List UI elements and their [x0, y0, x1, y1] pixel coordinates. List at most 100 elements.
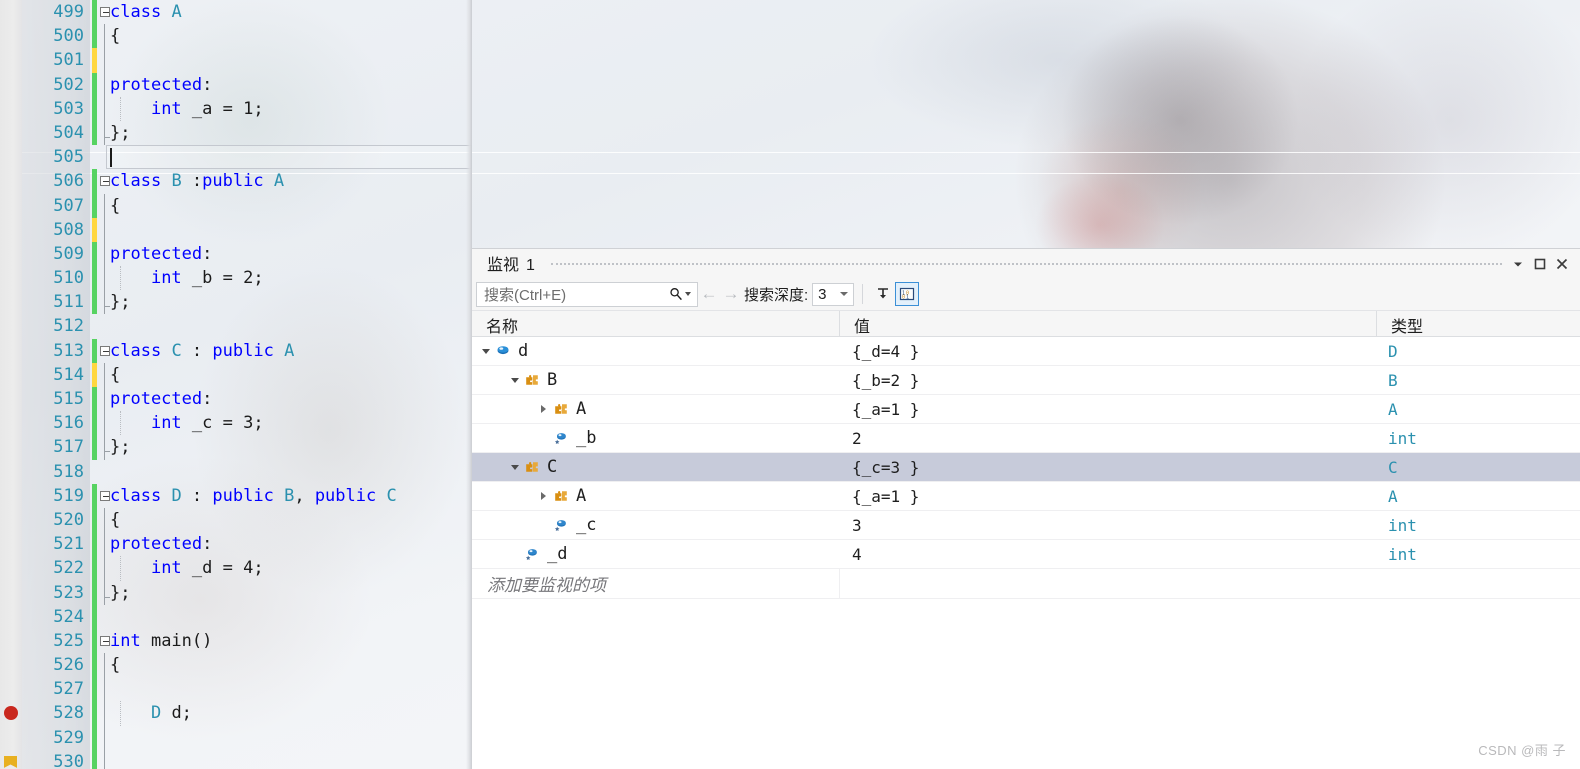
watch-row[interactable]: d {_d=4 } D	[472, 337, 1580, 366]
code-line[interactable]: 510 int _b = 2;	[0, 266, 472, 291]
fold-collapse-icon[interactable]	[100, 176, 110, 187]
change-marker	[92, 314, 97, 338]
watch-row-name-cell[interactable]: B	[472, 366, 839, 394]
collapse-triangle-icon[interactable]	[507, 370, 522, 390]
watch-row-name-cell[interactable]: A	[472, 395, 839, 423]
watch-row-value-cell[interactable]: {_c=3 }	[839, 453, 1376, 481]
code-line[interactable]: 518	[0, 460, 472, 484]
watch-row-value-cell[interactable]: 4	[839, 540, 1376, 568]
search-depth-select[interactable]: 3	[812, 282, 855, 306]
fold-collapse-icon[interactable]	[100, 635, 110, 646]
code-line[interactable]: 512	[0, 314, 472, 338]
watch-row-value-cell[interactable]: {_b=2 }	[839, 366, 1376, 394]
search-input[interactable]: 搜索(Ctrl+E)	[476, 281, 698, 307]
back-arrow-icon: ←	[700, 284, 718, 303]
line-number: 501	[53, 50, 84, 71]
code-line[interactable]: 527	[0, 677, 472, 702]
code-line-text: int _a = 1;	[150, 98, 264, 119]
watch-row-value-cell[interactable]: {_d=4 }	[839, 337, 1376, 365]
watch-row-name-cell[interactable]: C	[472, 453, 839, 481]
code-line[interactable]: 516 int _c = 3;	[0, 411, 472, 436]
search-depth-label: 搜索深度:	[744, 286, 809, 304]
code-line[interactable]: 523};	[0, 580, 472, 605]
code-line[interactable]: 499 class A	[0, 0, 472, 25]
code-line[interactable]: 509 protected:	[0, 241, 472, 267]
code-line[interactable]: 530	[0, 749, 472, 769]
code-line[interactable]: 505	[0, 145, 472, 170]
maximize-icon[interactable]	[1530, 254, 1550, 274]
watch-row[interactable]: _d 4 int	[472, 540, 1580, 569]
line-number: 507	[53, 195, 84, 216]
tab-watch-1[interactable]: 监视 1	[475, 249, 545, 278]
hex-display-icon[interactable]: 1 0 0 1	[895, 282, 920, 306]
watch-row-name-cell[interactable]: _b	[472, 424, 839, 452]
code-line[interactable]: 524	[0, 604, 472, 629]
code-line[interactable]: 515 protected:	[0, 387, 472, 412]
column-header-type[interactable]: 类型	[1376, 311, 1579, 336]
code-line[interactable]: 513 class C : public A	[0, 338, 472, 363]
watch-row-value-cell[interactable]: 2	[839, 424, 1376, 452]
search-icon-group[interactable]	[669, 287, 697, 301]
search-next-button[interactable]: →	[720, 282, 742, 306]
code-line[interactable]: 517};	[0, 435, 472, 460]
code-line[interactable]: 507 {	[0, 193, 472, 218]
code-line[interactable]: 503 int _a = 1;	[0, 96, 472, 121]
code-line[interactable]: 521 protected:	[0, 532, 472, 557]
search-previous-button[interactable]: ←	[698, 282, 720, 306]
code-line[interactable]: 504};	[0, 120, 472, 146]
watch-row[interactable]: A {_a=1 } A	[472, 395, 1580, 424]
collapse-triangle-icon[interactable]	[478, 341, 493, 361]
expand-triangle-icon[interactable]	[536, 486, 551, 506]
code-line[interactable]: 501	[0, 48, 472, 73]
change-marker	[92, 725, 97, 750]
column-header-name[interactable]: 名称	[472, 311, 839, 336]
fold-guide-line	[104, 96, 105, 121]
code-line[interactable]: 520 {	[0, 507, 472, 533]
code-line[interactable]: 526 {	[0, 653, 472, 678]
add-watch-item-row[interactable]: 添加要监视的项	[472, 568, 1580, 599]
watch-row-value-cell[interactable]: {_a=1 }	[839, 395, 1376, 423]
code-line[interactable]: 502 protected:	[0, 72, 472, 97]
watch-row-name-cell[interactable]: _d	[472, 540, 839, 568]
watch-row-type-cell: A	[1388, 399, 1398, 419]
watch-row[interactable]: B {_b=2 } B	[472, 366, 1580, 395]
fold-guide-line	[104, 24, 105, 49]
code-line[interactable]: 525 int main()	[0, 628, 472, 654]
code-line[interactable]: 506 class B :public A	[0, 169, 472, 194]
code-text-area[interactable]: 499 class A 500{501 502 protected: 503 int _a…	[0, 0, 472, 769]
collapse-triangle-icon[interactable]	[507, 457, 522, 477]
watch-row[interactable]: C {_c=3 } C	[472, 453, 1580, 482]
code-line[interactable]: 529	[0, 725, 472, 750]
code-editor[interactable]: 499 class A 500{501 502 protected: 503 int _a…	[0, 0, 472, 769]
fold-guide-line	[104, 120, 110, 146]
watch-row-name-cell[interactable]: _c	[472, 511, 839, 539]
fold-collapse-icon[interactable]	[100, 7, 110, 17]
watch-row[interactable]: _c 3 int	[472, 511, 1580, 540]
bookmark-icon[interactable]	[4, 755, 17, 768]
code-line[interactable]: 511};	[0, 290, 472, 315]
watch-row-name-cell[interactable]: d	[472, 337, 839, 365]
watch-row-type-cell: int	[1388, 544, 1417, 564]
watch-row[interactable]: _b 2 int	[472, 424, 1580, 453]
code-line[interactable]: 528 D d;	[0, 701, 472, 726]
add-watch-item-input[interactable]: 添加要监视的项	[472, 570, 839, 597]
watch-row-value-cell[interactable]: {_a=1 }	[839, 482, 1376, 510]
code-line[interactable]: 522 int _d = 4;	[0, 556, 472, 581]
search-options-chevron-down-icon[interactable]	[685, 292, 691, 296]
fold-collapse-icon[interactable]	[100, 490, 110, 501]
column-header-value[interactable]: 值	[839, 311, 1376, 336]
watch-row-value-cell[interactable]: 3	[839, 511, 1376, 539]
watch-row[interactable]: A {_a=1 } A	[472, 482, 1580, 511]
breakpoint-icon[interactable]	[4, 706, 18, 721]
expand-triangle-icon[interactable]	[536, 399, 551, 419]
code-line[interactable]: 508	[0, 217, 472, 242]
code-line[interactable]: 500 {	[0, 24, 472, 49]
fold-collapse-icon[interactable]	[100, 345, 110, 356]
code-line[interactable]: 514 {	[0, 362, 472, 387]
code-line[interactable]: 519 class D : public B, public C	[0, 483, 472, 508]
watch-row-type-cell: D	[1388, 341, 1398, 361]
close-icon[interactable]	[1552, 254, 1572, 274]
pin-icon[interactable]	[871, 282, 895, 306]
chevron-down-icon[interactable]	[1508, 254, 1528, 274]
watch-row-name-cell[interactable]: A	[472, 482, 839, 510]
